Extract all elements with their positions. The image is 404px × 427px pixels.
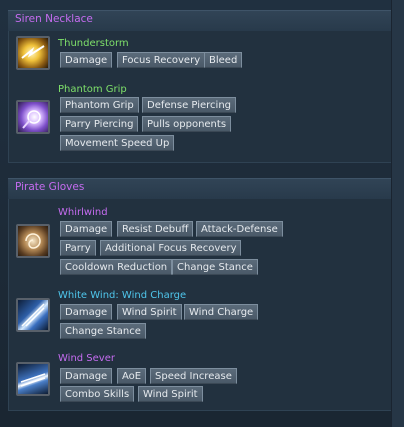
item-skill-panel: Siren Necklace Thunderstorm Damage Focus… [0,0,404,427]
tag-parry[interactable]: Parry [60,240,96,256]
skill-name-thunderstorm: Thunderstorm [58,38,129,49]
whirlwind-icon [16,224,50,258]
tag-phantom-grip[interactable]: Phantom Grip [60,97,139,113]
tag-damage[interactable]: Damage [60,304,113,320]
section-header-pirate-gloves: Pirate Gloves [8,178,392,199]
tag-speed-increase[interactable]: Speed Increase [150,368,237,384]
tag-parry-piercing[interactable]: Parry Piercing [60,116,139,132]
tag-movement-speed-up[interactable]: Movement Speed Up [60,135,175,151]
wind-charge-icon [16,298,50,332]
tag-attack-defense[interactable]: Attack-Defense [196,221,283,237]
tag-damage[interactable]: Damage [60,52,113,68]
tag-damage[interactable]: Damage [60,368,113,384]
skill-name-phantom-grip: Phantom Grip [58,84,127,95]
scrollbar-track[interactable] [392,0,404,427]
skill-name-white-wind-wind-charge: White Wind: Wind Charge [58,290,187,301]
phantom-grip-icon [16,100,50,134]
wind-sever-icon [16,362,50,396]
tag-additional-focus-recovery[interactable]: Additional Focus Recovery [100,240,242,256]
tag-damage[interactable]: Damage [60,221,113,237]
tag-cooldown-reduction[interactable]: Cooldown Reduction [60,259,173,275]
tag-bleed[interactable]: Bleed [204,52,243,68]
tag-aoe[interactable]: AoE [117,368,147,384]
tag-wind-spirit[interactable]: Wind Spirit [117,304,182,320]
section-title: Pirate Gloves [15,181,85,193]
section-title: Siren Necklace [15,13,93,25]
tag-defense-piercing[interactable]: Defense Piercing [142,97,236,113]
thunderstorm-icon [16,36,50,70]
section-header-siren-necklace: Siren Necklace [8,10,392,31]
skill-name-whirlwind: Whirlwind [58,207,108,218]
tag-focus-recovery[interactable]: Focus Recovery [117,52,206,68]
tag-wind-spirit[interactable]: Wind Spirit [138,386,203,402]
tag-pulls-opponents[interactable]: Pulls opponents [142,116,232,132]
skill-name-wind-sever: Wind Sever [58,353,115,364]
tag-combo-skills[interactable]: Combo Skills [60,386,135,402]
tag-wind-charge[interactable]: Wind Charge [184,304,259,320]
tag-change-stance[interactable]: Change Stance [172,259,258,275]
tag-change-stance[interactable]: Change Stance [60,323,146,339]
tag-resist-debuff[interactable]: Resist Debuff [117,221,194,237]
